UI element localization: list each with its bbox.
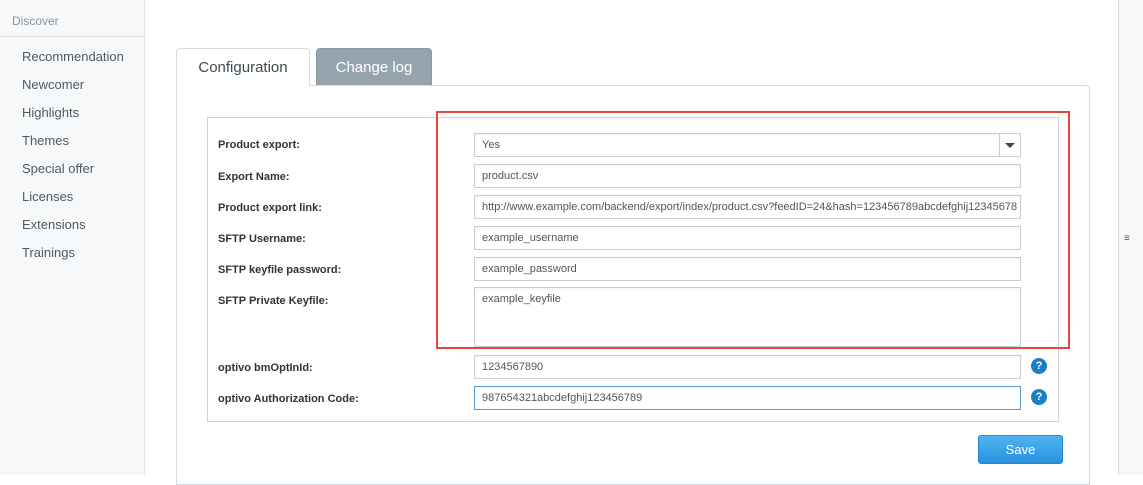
sidebar: Discover Recommendation Newcomer Highlig… [0, 0, 145, 475]
sftp-private-keyfile-label: SFTP Private Keyfile: [218, 295, 329, 307]
tab-change-log[interactable]: Change log [316, 48, 432, 86]
sidebar-item-licenses[interactable]: Licenses [0, 183, 144, 211]
sftp-keyfile-password-label: SFTP keyfile password: [218, 264, 342, 276]
product-export-link-field[interactable]: http://www.example.com/backend/export/in… [474, 195, 1021, 219]
chevron-down-icon[interactable] [999, 134, 1020, 156]
sftp-username-field[interactable]: example_username [474, 226, 1021, 250]
optivo-auth-code-field[interactable]: 987654321abcdefghij123456789 [474, 386, 1021, 410]
sidebar-item-extensions[interactable]: Extensions [0, 211, 144, 239]
sidebar-item-highlights[interactable]: Highlights [0, 99, 144, 127]
sidebar-menu: Recommendation Newcomer Highlights Theme… [0, 43, 144, 267]
sidebar-item-themes[interactable]: Themes [0, 127, 144, 155]
product-export-label: Product export: [218, 139, 300, 151]
sidebar-section-title: Discover [12, 14, 59, 28]
sidebar-item-recommendation[interactable]: Recommendation [0, 43, 144, 71]
sftp-private-keyfile-textarea[interactable]: example_keyfile [474, 287, 1021, 347]
sidebar-item-special-offer[interactable]: Special offer [0, 155, 144, 183]
export-name-field[interactable]: product.csv [474, 164, 1021, 188]
tab-configuration[interactable]: Configuration [176, 48, 310, 86]
sftp-username-label: SFTP Username: [218, 233, 306, 245]
sidebar-item-trainings[interactable]: Trainings [0, 239, 144, 267]
sidebar-item-newcomer[interactable]: Newcomer [0, 71, 144, 99]
product-export-link-label: Product export link: [218, 202, 322, 214]
sidebar-divider [0, 36, 144, 37]
optivo-auth-code-label: optivo Authorization Code: [218, 393, 359, 405]
side-panel-handle[interactable]: ≡ [1118, 0, 1143, 475]
export-name-label: Export Name: [218, 171, 290, 183]
sftp-keyfile-password-field[interactable]: example_password [474, 257, 1021, 281]
optivo-bmoptinid-label: optivo bmOptInId: [218, 362, 313, 374]
product-export-select[interactable]: Yes [474, 133, 1021, 157]
optivo-bmoptinid-field[interactable]: 1234567890 [474, 355, 1021, 379]
product-export-value: Yes [482, 139, 500, 151]
help-icon[interactable]: ? [1031, 358, 1047, 374]
help-icon[interactable]: ? [1031, 389, 1047, 405]
resize-grip-icon: ≡ [1124, 233, 1130, 244]
save-button[interactable]: Save [978, 435, 1063, 464]
